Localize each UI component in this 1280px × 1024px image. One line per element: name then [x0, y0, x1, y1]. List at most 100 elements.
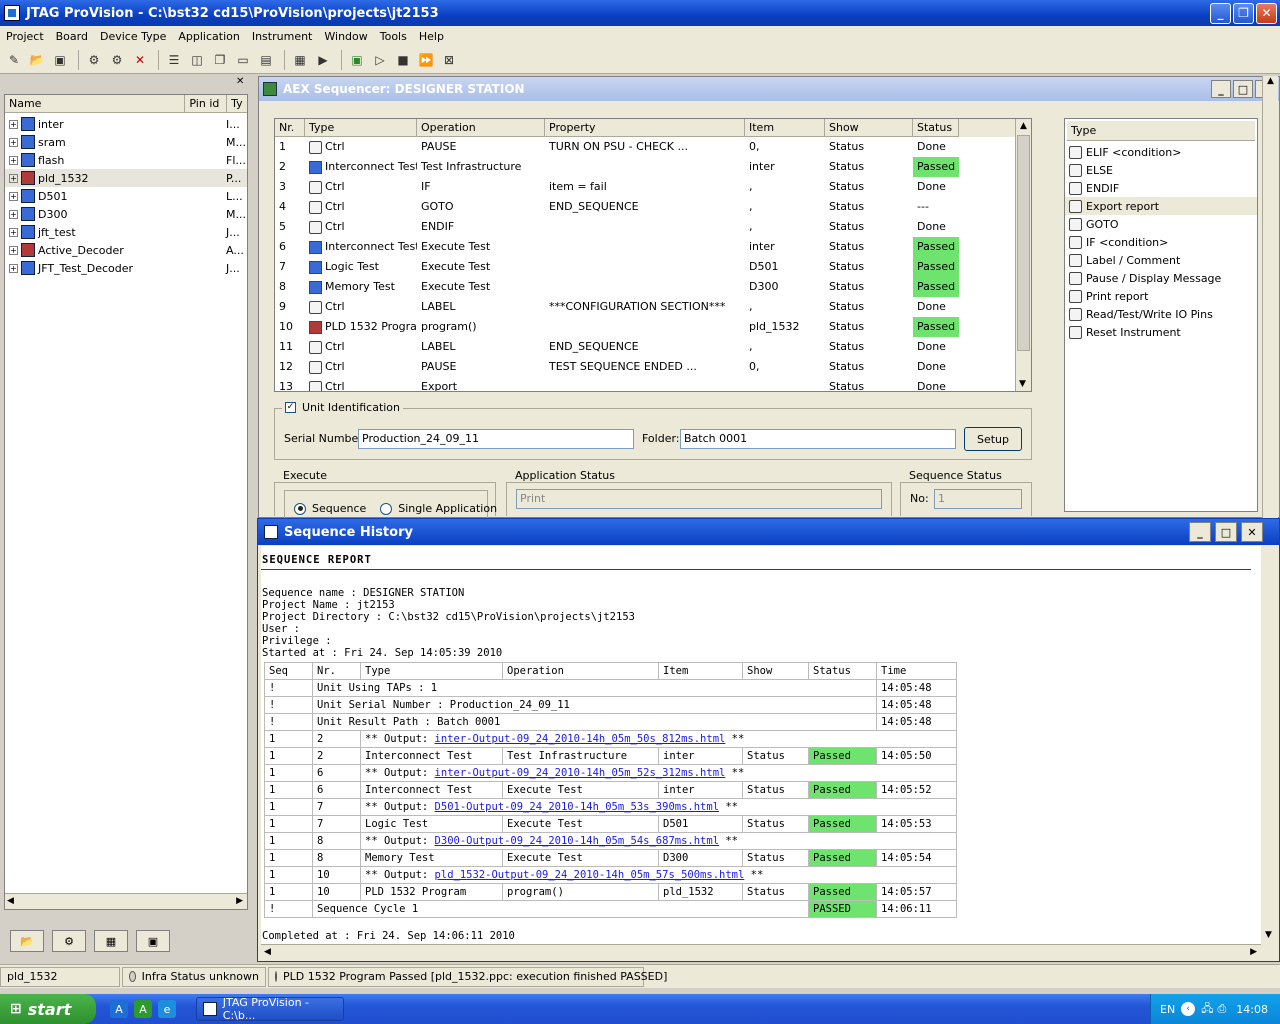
scroll-down-icon[interactable]: ▼	[1019, 379, 1026, 389]
split-icon[interactable]: ▤	[256, 50, 276, 70]
grid-row[interactable]: 3CtrlIFitem = fail,StatusDone	[275, 177, 1031, 197]
device-icon[interactable]: ⚙	[84, 50, 104, 70]
output-link[interactable]: inter-Output-09_24_2010-14h_05m_50s_812m…	[435, 733, 726, 745]
grid-row[interactable]: 5CtrlENDIF,StatusDone	[275, 217, 1031, 237]
type-list-item[interactable]: Print report	[1065, 287, 1257, 305]
cancel-icon[interactable]: ⊠	[439, 50, 459, 70]
sequencer-minimize-button[interactable]: _	[1211, 80, 1231, 98]
tree-header-type[interactable]: Ty	[227, 95, 247, 112]
close-button[interactable]: ✕	[1256, 3, 1277, 24]
open-folder-icon[interactable]: 📂	[27, 50, 47, 70]
type-list-item[interactable]: Export report	[1065, 197, 1257, 215]
output-link[interactable]: inter-Output-09_24_2010-14h_05m_52s_312m…	[435, 767, 726, 779]
expand-icon[interactable]: +	[9, 228, 18, 237]
start-button[interactable]: ⊞ start	[0, 994, 96, 1024]
grid-header-type[interactable]: Type	[305, 119, 417, 137]
scroll-down-icon[interactable]: ▼	[1265, 930, 1272, 940]
tree-item[interactable]: +D300M...	[5, 205, 247, 223]
tree-item[interactable]: +flashFl...	[5, 151, 247, 169]
scroll-left-icon[interactable]: ◀	[264, 947, 271, 957]
report-icon[interactable]: ▦	[290, 50, 310, 70]
setup-button[interactable]: Setup	[964, 427, 1022, 451]
grid-row[interactable]: 2Interconnect TestTest Infrastructureint…	[275, 157, 1031, 177]
expand-icon[interactable]: +	[9, 192, 18, 201]
grid-row[interactable]: 1CtrlPAUSETURN ON PSU - CHECK ...0,Statu…	[275, 137, 1031, 157]
menu-help[interactable]: Help	[413, 30, 450, 43]
type-list-header[interactable]: Type	[1067, 121, 1255, 141]
grid-row[interactable]: 11CtrlLABELEND_SEQUENCE,StatusDone	[275, 337, 1031, 357]
menu-application[interactable]: Application	[172, 30, 245, 43]
scroll-right-icon[interactable]: ▶	[1250, 947, 1257, 957]
sequencer-maximize-button[interactable]: □	[1233, 80, 1253, 98]
tile-vertical-icon[interactable]: ◫	[187, 50, 207, 70]
network-icon[interactable]: 🖧	[1201, 1000, 1213, 1019]
scroll-up-icon[interactable]: ▲	[1263, 76, 1278, 86]
history-close-button[interactable]: ✕	[1241, 522, 1263, 542]
unit-identification-checkbox[interactable]: ✓	[285, 402, 296, 413]
type-list-item[interactable]: Read/Test/Write IO Pins	[1065, 305, 1257, 323]
output-link[interactable]: D501-Output-09_24_2010-14h_05m_53s_390ms…	[435, 801, 719, 813]
restore-button[interactable]: ❐	[1233, 3, 1254, 24]
type-list-item[interactable]: Label / Comment	[1065, 251, 1257, 269]
delete-icon[interactable]: ✕	[130, 50, 150, 70]
internet-explorer-icon[interactable]: e	[158, 1000, 176, 1018]
sequence-radio[interactable]	[294, 503, 306, 515]
type-list-item[interactable]: ELIF <condition>	[1065, 143, 1257, 161]
fast-forward-icon[interactable]: ⏩	[416, 50, 436, 70]
scroll-thumb[interactable]	[1017, 135, 1030, 351]
scroll-left-icon[interactable]: ◀	[7, 896, 14, 906]
type-list-item[interactable]: ENDIF	[1065, 179, 1257, 197]
tree-item[interactable]: +D501L...	[5, 187, 247, 205]
scroll-right-icon[interactable]: ▶	[236, 896, 243, 906]
export-icon[interactable]: ▶	[313, 50, 333, 70]
tree-horizontal-scrollbar[interactable]: ◀ ▶	[5, 893, 247, 909]
grid-header-show[interactable]: Show	[825, 119, 913, 137]
tree-header-pin[interactable]: Pin id	[185, 95, 227, 112]
menu-device-type[interactable]: Device Type	[94, 30, 172, 43]
cascade-icon[interactable]: ❐	[210, 50, 230, 70]
output-link[interactable]: D300-Output-09_24_2010-14h_05m_54s_687ms…	[435, 835, 719, 847]
tree-item[interactable]: +Active_DecoderA...	[5, 241, 247, 259]
expand-icon[interactable]: +	[9, 156, 18, 165]
expand-icon[interactable]: +	[9, 120, 18, 129]
grid-row[interactable]: 12CtrlPAUSETEST SEQUENCE ENDED ...0,Stat…	[275, 357, 1031, 377]
tree-item[interactable]: +jft_testJ...	[5, 223, 247, 241]
output-link[interactable]: pld_1532-Output-09_24_2010-14h_05m_57s_5…	[435, 869, 745, 881]
wand-icon[interactable]: ✎	[4, 50, 24, 70]
device-edit-icon[interactable]: ⚙	[107, 50, 127, 70]
grid-row[interactable]: 6Interconnect TestExecute TestinterStatu…	[275, 237, 1031, 257]
quicklaunch-b-icon[interactable]: A	[134, 1000, 152, 1018]
tree-item[interactable]: +pld_1532P...	[5, 169, 247, 187]
menu-window[interactable]: Window	[318, 30, 373, 43]
expand-icon[interactable]: +	[9, 210, 18, 219]
menu-board[interactable]: Board	[50, 30, 94, 43]
grid-row[interactable]: 10PLD 1532 Programprogram()pld_1532Statu…	[275, 317, 1031, 337]
minimize-button[interactable]: _	[1210, 3, 1231, 24]
devices-tab-icon[interactable]: ⚙	[52, 930, 86, 952]
printer-icon[interactable]: ⎙	[1217, 1002, 1226, 1016]
report-horizontal-scrollbar[interactable]: ◀ ▶	[261, 944, 1261, 960]
sequencer-tab-icon[interactable]: ▣	[136, 930, 170, 952]
type-list-item[interactable]: ELSE	[1065, 161, 1257, 179]
project-tab-icon[interactable]: 📂	[10, 930, 44, 952]
grid-header-item[interactable]: Item	[745, 119, 825, 137]
tree-header-name[interactable]: Name	[5, 95, 185, 112]
grid-header-nr[interactable]: Nr.	[275, 119, 305, 137]
expand-icon[interactable]: +	[9, 246, 18, 255]
history-minimize-button[interactable]: _	[1189, 522, 1211, 542]
expand-icon[interactable]: +	[9, 174, 18, 183]
play-icon[interactable]: ▷	[370, 50, 390, 70]
type-list-item[interactable]: GOTO	[1065, 215, 1257, 233]
taskbar-jtag-provision[interactable]: JTAG ProVision - C:\b...	[196, 997, 344, 1021]
tray-chevron-icon[interactable]: ‹	[1181, 1002, 1195, 1016]
sequencer-icon[interactable]: ▣	[347, 50, 367, 70]
menu-instrument[interactable]: Instrument	[246, 30, 319, 43]
menu-project[interactable]: Project	[0, 30, 50, 43]
grid-header-op[interactable]: Operation	[417, 119, 545, 137]
grid-row[interactable]: 8Memory TestExecute TestD300StatusPassed	[275, 277, 1031, 297]
board-tab-icon[interactable]: ▦	[94, 930, 128, 952]
scroll-up-icon[interactable]: ▲	[1016, 121, 1031, 131]
grid-vertical-scrollbar[interactable]: ▲ ▼	[1015, 119, 1031, 391]
grid-row[interactable]: 4CtrlGOTOEND_SEQUENCE,Status---	[275, 197, 1031, 217]
tree-item[interactable]: +JFT_Test_DecoderJ...	[5, 259, 247, 277]
